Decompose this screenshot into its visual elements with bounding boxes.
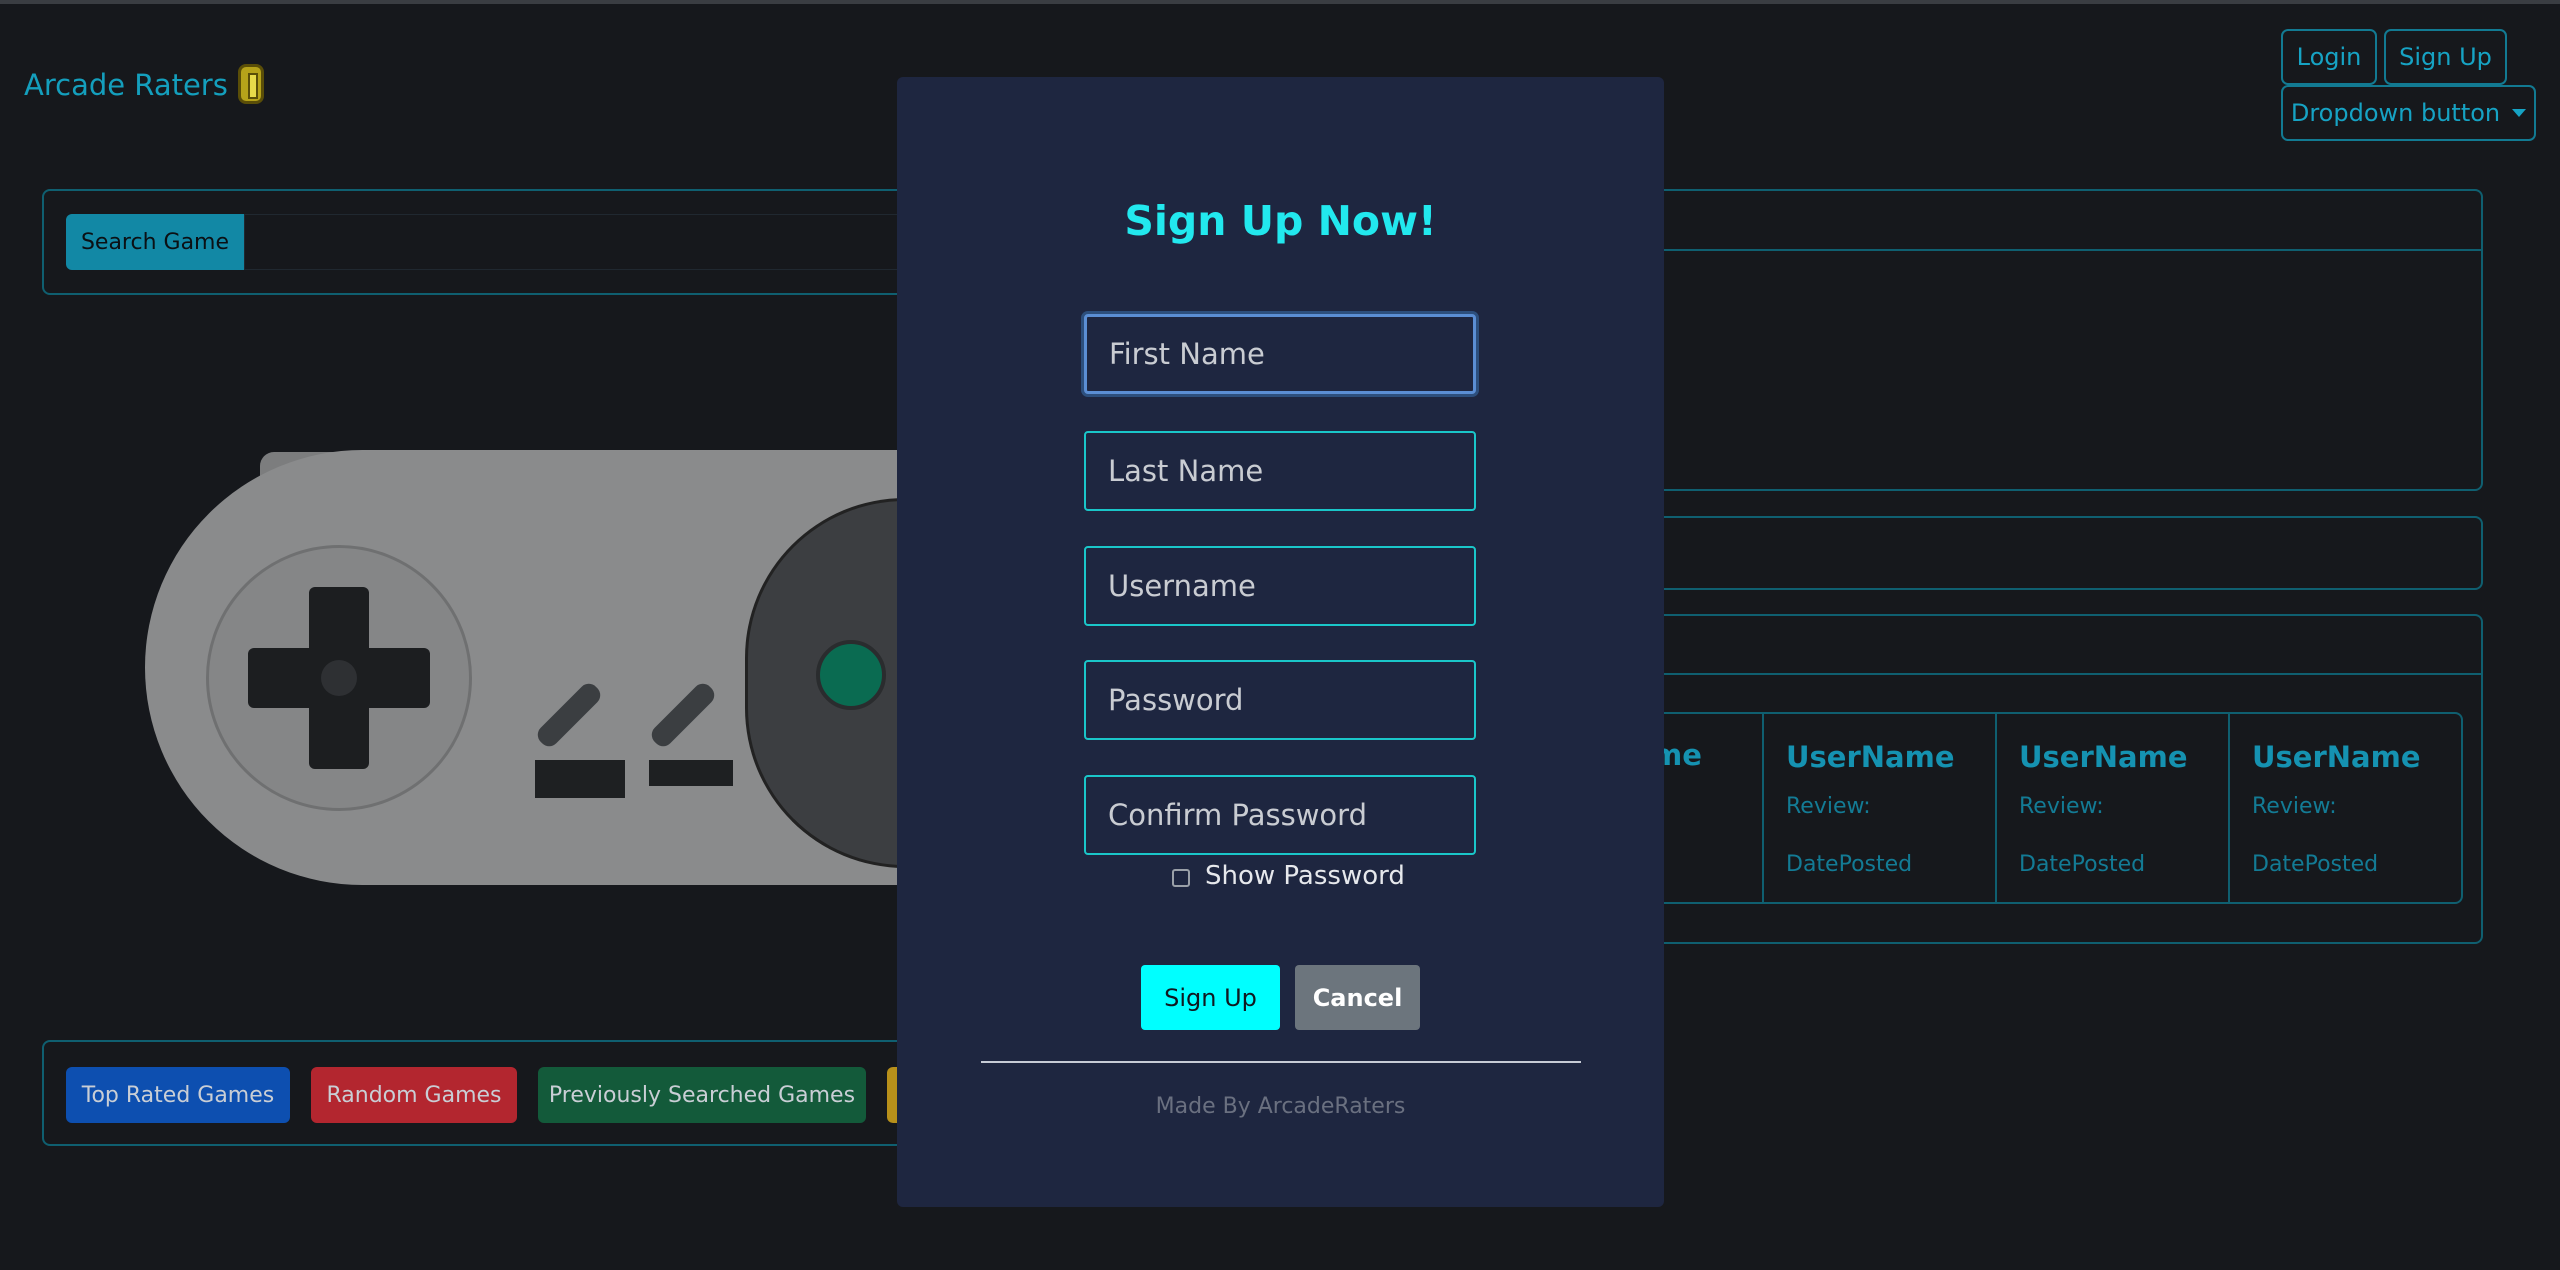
username-field[interactable] (1084, 546, 1476, 626)
review-date: DatePosted (2019, 852, 2146, 877)
review-item: UserName Review: DatePosted (2230, 714, 2462, 902)
review-item: UserName Review: DatePosted (1997, 714, 2229, 902)
reviews-row: UserName Review: DatePosted UserName Rev… (1650, 712, 2463, 904)
start-label-plate (649, 760, 733, 786)
game-info-card (1650, 189, 2483, 491)
review-username: UserName (2019, 740, 2188, 774)
review-text: Review: (2252, 794, 2337, 819)
last-name-field[interactable] (1084, 431, 1476, 511)
random-games-button[interactable]: Random Games (311, 1067, 517, 1123)
login-button[interactable]: Login (2281, 29, 2377, 85)
review-item: UserName Review: DatePosted (1764, 714, 1996, 902)
show-password-label: Show Password (1205, 861, 1405, 891)
dpad-center (321, 660, 357, 696)
password-field[interactable] (1084, 660, 1476, 740)
green-button-icon (816, 640, 886, 710)
dropdown-label: Dropdown button (2290, 99, 2501, 127)
confirm-password-field[interactable] (1084, 775, 1476, 855)
search-input[interactable] (244, 214, 904, 270)
reviews-card-divider (1650, 673, 2483, 675)
modal-footer: Made By ArcadeRaters (1155, 1094, 1406, 1119)
show-password-checkbox[interactable] (1172, 869, 1190, 887)
first-name-field[interactable] (1084, 314, 1476, 394)
signup-modal: Sign Up Now! Show Password Sign Up Cance… (897, 77, 1664, 1207)
coin-logo-icon (238, 64, 264, 104)
cancel-button[interactable]: Cancel (1295, 965, 1420, 1030)
review-text: Review: (2019, 794, 2104, 819)
card-divider (1650, 249, 2483, 251)
window-top-border (0, 0, 2560, 4)
modal-title: Sign Up Now! (1124, 197, 1437, 245)
review-username: UserName (2252, 740, 2421, 774)
brand-link[interactable]: Arcade Raters (24, 68, 228, 102)
review-username: UserName (1786, 740, 1955, 774)
dropdown-button[interactable]: Dropdown button (2281, 85, 2536, 141)
signup-submit-button[interactable]: Sign Up (1141, 965, 1280, 1030)
chevron-down-icon (2512, 109, 2527, 117)
previously-searched-games-button[interactable]: Previously Searched Games (538, 1067, 866, 1123)
select-label-plate (535, 760, 625, 798)
info-bar-card (1650, 516, 2483, 590)
modal-divider (981, 1061, 1581, 1063)
search-game-button[interactable]: Search Game (66, 214, 244, 270)
signup-nav-button[interactable]: Sign Up (2384, 29, 2507, 85)
review-date: DatePosted (1786, 852, 1913, 877)
review-text: Review: (1786, 794, 1871, 819)
top-rated-games-button[interactable]: Top Rated Games (66, 1067, 290, 1123)
review-date: DatePosted (2252, 852, 2379, 877)
